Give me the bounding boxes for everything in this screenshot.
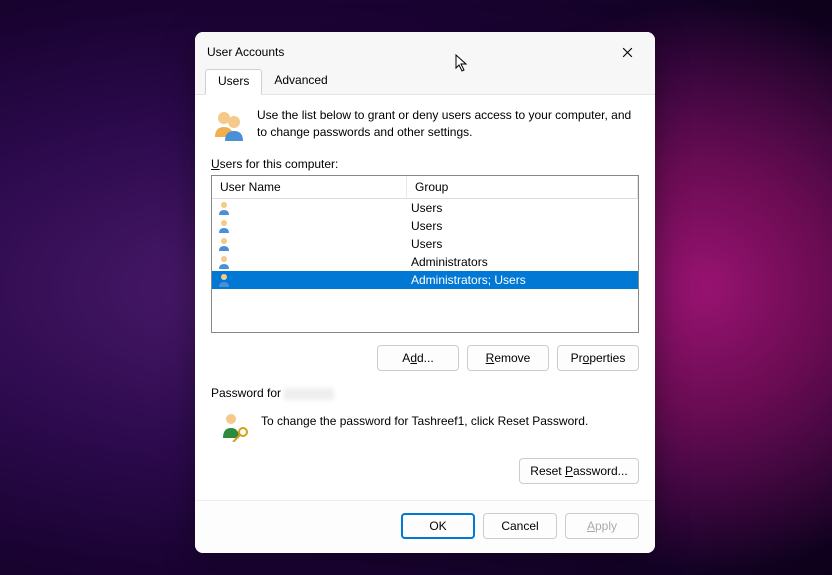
dialog-footer: OK Cancel Apply (195, 500, 655, 553)
column-group[interactable]: Group (407, 176, 638, 198)
apply-button: Apply (565, 513, 639, 539)
user-icon (216, 272, 232, 288)
password-section: Password for To change the password for … (211, 385, 639, 484)
intro-text: Use the list below to grant or deny user… (257, 107, 639, 143)
list-item[interactable]: Users (212, 235, 638, 253)
password-text: To change the password for Tashreef1, cl… (261, 410, 588, 428)
titlebar: User Accounts (195, 32, 655, 68)
users-icon (211, 107, 247, 143)
user-accounts-dialog: User Accounts Users Advanced Use the lis… (195, 32, 655, 553)
reset-password-button[interactable]: Reset Password... (519, 458, 639, 484)
list-item-selected[interactable]: Administrators; Users (212, 271, 638, 289)
user-group-cell: Users (407, 219, 638, 233)
tab-advanced[interactable]: Advanced (262, 69, 339, 95)
add-button[interactable]: Add... (377, 345, 459, 371)
user-icon (216, 254, 232, 270)
remove-button[interactable]: Remove (467, 345, 549, 371)
key-user-icon (219, 410, 251, 442)
users-list-label: Users for this computer: (211, 157, 639, 171)
user-group-cell: Administrators; Users (407, 273, 638, 287)
users-listbox[interactable]: User Name Group Users Users Users (211, 175, 639, 333)
tab-bar: Users Advanced (195, 68, 655, 95)
list-header: User Name Group (212, 176, 638, 199)
list-button-row: Add... Remove Properties (211, 345, 639, 371)
tab-content: Use the list below to grant or deny user… (195, 95, 655, 500)
close-button[interactable] (611, 40, 643, 64)
password-label: Password for (211, 386, 639, 400)
intro-block: Use the list below to grant or deny user… (211, 107, 639, 143)
ok-button[interactable]: OK (401, 513, 475, 539)
user-group-cell: Users (407, 201, 638, 215)
list-item[interactable]: Users (212, 199, 638, 217)
user-icon (216, 200, 232, 216)
user-group-cell: Administrators (407, 255, 638, 269)
column-username[interactable]: User Name (212, 176, 407, 198)
user-group-cell: Users (407, 237, 638, 251)
list-item[interactable]: Administrators (212, 253, 638, 271)
tab-users[interactable]: Users (205, 69, 262, 95)
close-icon (622, 47, 633, 58)
user-icon (216, 236, 232, 252)
dialog-title: User Accounts (207, 45, 284, 59)
cancel-button[interactable]: Cancel (483, 513, 557, 539)
list-item[interactable]: Users (212, 217, 638, 235)
properties-button[interactable]: Properties (557, 345, 639, 371)
user-icon (216, 218, 232, 234)
